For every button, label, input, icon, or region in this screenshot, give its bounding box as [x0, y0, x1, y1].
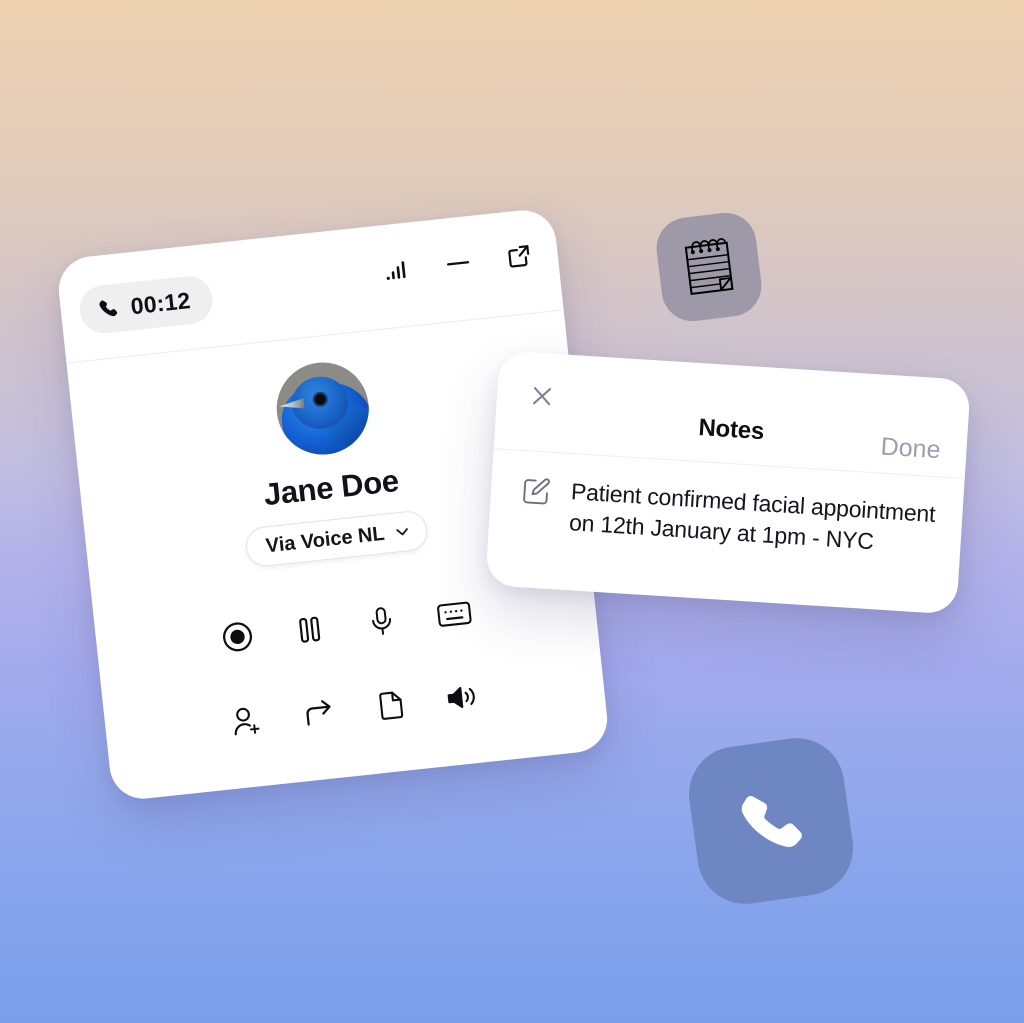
call-route-selector[interactable]: Via Voice NL [243, 509, 430, 569]
avatar [272, 357, 374, 460]
call-route-label: Via Voice NL [264, 522, 386, 557]
notepad-icon: 🗒 [672, 234, 746, 300]
signal-strength-icon [384, 256, 411, 285]
minimize-button[interactable] [444, 251, 473, 279]
call-controls-grid [199, 587, 501, 747]
call-duration: 00:12 [129, 286, 192, 319]
notes-window: Notes Done Patient confirmed facial appo… [485, 350, 971, 615]
expand-button[interactable] [505, 243, 533, 273]
screen-background: 🗒 00:12 Jane Doe Via Voice NL Notes Done… [0, 0, 1024, 1023]
notes-done-button[interactable]: Done [880, 433, 941, 466]
chevron-down-icon [393, 522, 413, 542]
phone-icon [97, 297, 121, 321]
transfer-button[interactable] [290, 687, 347, 738]
record-button[interactable] [209, 611, 266, 662]
notes-app-tile[interactable]: 🗒 [653, 209, 765, 325]
call-timer-pill: 00:12 [77, 273, 215, 336]
pause-button[interactable] [282, 604, 339, 655]
call-window-controls [384, 243, 533, 286]
add-person-button[interactable] [218, 695, 275, 746]
speaker-button[interactable] [435, 672, 492, 723]
keypad-button[interactable] [426, 588, 483, 639]
contact-name: Jane Doe [261, 462, 401, 513]
phone-icon [734, 784, 809, 859]
edit-square-icon [518, 475, 552, 536]
phone-app-tile[interactable] [682, 731, 860, 911]
notes-button[interactable] [363, 679, 420, 730]
note-content[interactable]: Patient confirmed facial appointment on … [568, 476, 937, 560]
mute-button[interactable] [354, 596, 411, 647]
